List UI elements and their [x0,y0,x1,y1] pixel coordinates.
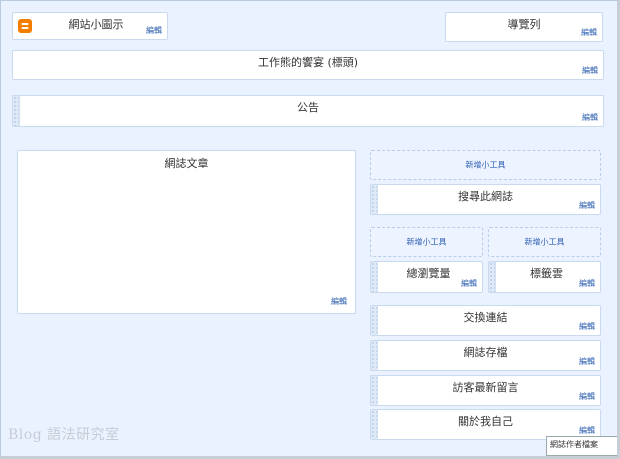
add-gadget-right-label[interactable]: 新增小工具 [489,237,600,248]
add-gadget-left[interactable]: 新增小工具 [370,227,483,257]
blog-posts-edit-link[interactable]: 編輯 [331,296,347,307]
recent-comments-edit-link[interactable]: 編輯 [579,391,595,402]
header-widget[interactable]: 工作熊的饗宴 (標頭) 編輯 [12,50,604,80]
navbar-title: 導覽列 [507,18,541,31]
archive-title: 網誌存檔 [463,346,508,359]
notice-title: 公告 [297,101,319,114]
navbar-widget[interactable]: 導覽列 編輯 [445,12,603,42]
favicon-widget[interactable]: 網站小圖示 編輯 [12,12,168,40]
search-title: 搜尋此網誌 [458,190,513,203]
blog-posts-title: 網誌文章 [164,157,209,170]
tooltip: 網誌作者檔案 [546,436,620,456]
add-gadget-top-label[interactable]: 新增小工具 [371,160,600,171]
favicon-edit-link[interactable]: 編輯 [146,25,162,36]
search-widget[interactable]: 搜尋此網誌 編輯 [370,184,601,215]
blog-posts-widget[interactable]: 網誌文章 編輯 [17,150,356,314]
watermark: Blog 語法研究室 [8,427,120,443]
recent-comments-widget[interactable]: 訪客最新留言 編輯 [370,375,601,406]
notice-widget[interactable]: 公告 編輯 [12,95,604,127]
header-title: 工作熊的饗宴 (標頭) [257,56,359,69]
pageviews-widget[interactable]: 總瀏覽量 編輯 [370,261,483,293]
add-gadget-left-label[interactable]: 新增小工具 [371,237,482,248]
about-me-title: 關於我自己 [458,415,513,428]
labels-edit-link[interactable]: 編輯 [579,278,595,289]
archive-edit-link[interactable]: 編輯 [579,356,595,367]
add-gadget-top[interactable]: 新增小工具 [370,150,601,180]
labels-widget[interactable]: 標籤雲 編輯 [488,261,601,293]
add-gadget-right[interactable]: 新增小工具 [488,227,601,257]
links-title: 交換連結 [463,311,508,324]
about-me-edit-link[interactable]: 編輯 [579,425,595,436]
navbar-edit-link[interactable]: 編輯 [581,27,597,38]
notice-edit-link[interactable]: 編輯 [582,112,598,123]
recent-comments-title: 訪客最新留言 [452,381,519,394]
header-edit-link[interactable]: 編輯 [582,65,598,76]
links-edit-link[interactable]: 編輯 [579,321,595,332]
archive-widget[interactable]: 網誌存檔 編輯 [370,340,601,371]
search-edit-link[interactable]: 編輯 [579,200,595,211]
links-widget[interactable]: 交換連結 編輯 [370,305,601,336]
pageviews-edit-link[interactable]: 編輯 [461,278,477,289]
